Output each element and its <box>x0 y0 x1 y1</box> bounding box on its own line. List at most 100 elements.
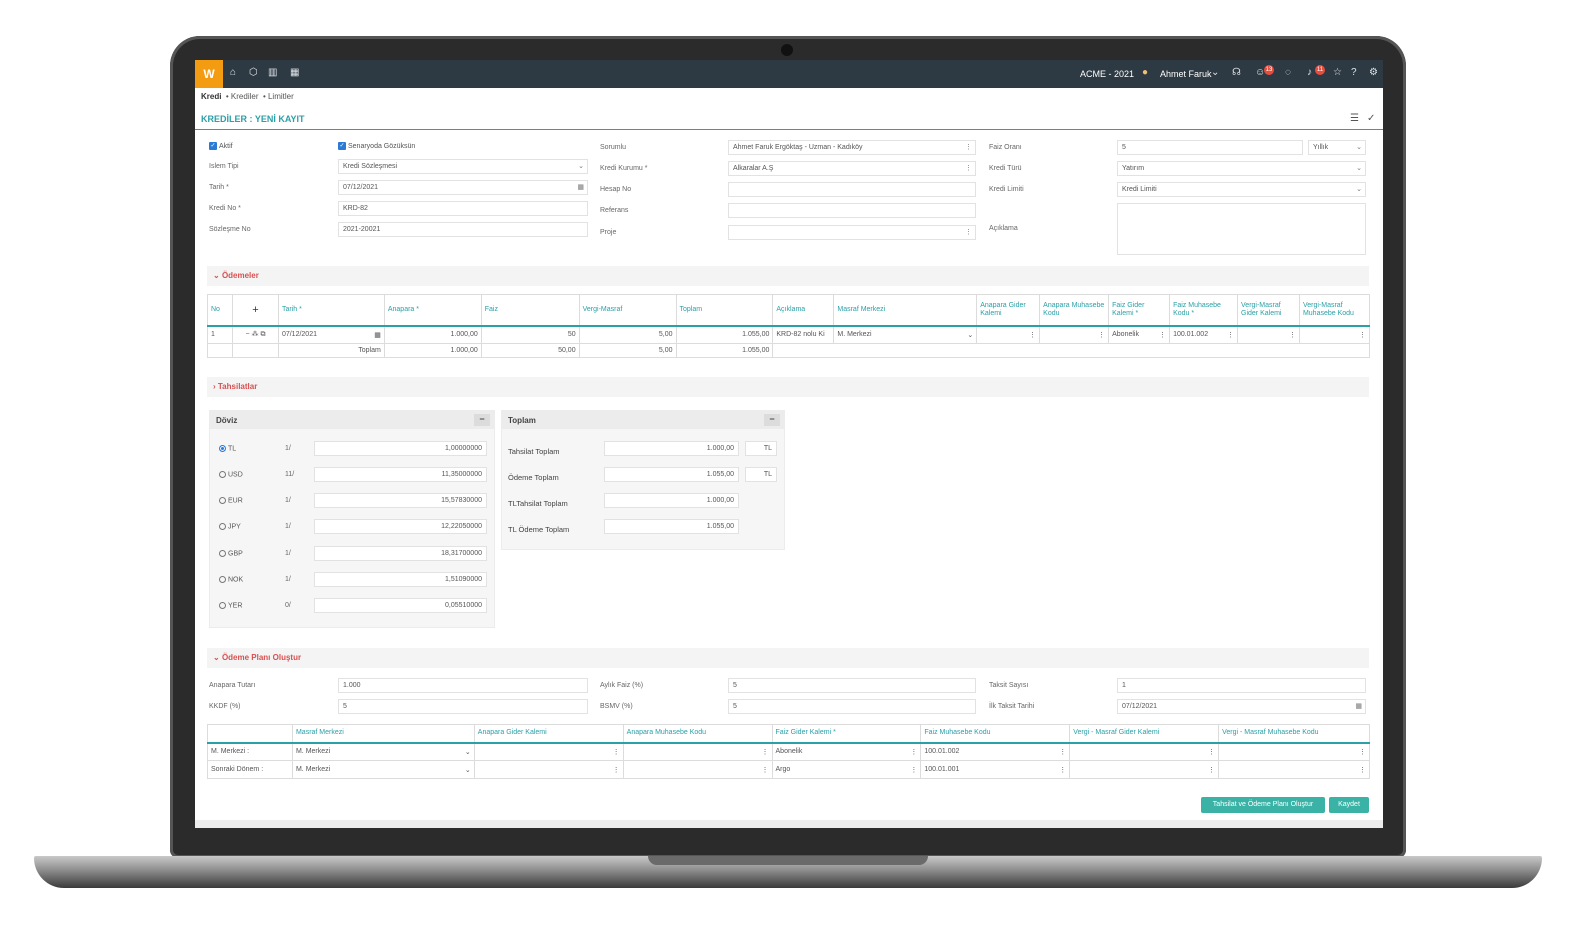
more-icon[interactable]: ⋮ <box>910 766 917 774</box>
anapara-gider-cell[interactable]: ⋮ <box>473 742 624 761</box>
faiz-muh-cell[interactable]: 100.01.002 ⋮ <box>920 742 1071 761</box>
chart-icon[interactable]: ▥ <box>268 67 277 78</box>
currency-radio[interactable]: NOK <box>219 576 243 583</box>
calendar-icon[interactable]: ▦ <box>1355 702 1362 710</box>
collapse-button[interactable]: − <box>764 414 780 426</box>
masraf-merkezi-cell[interactable]: M. Merkezi ⌄ <box>833 325 978 344</box>
company-selector[interactable]: ACME - 2021 <box>1080 69 1134 79</box>
kredi-limiti-select[interactable]: Kredi Limiti ⌄ <box>1117 182 1366 197</box>
vergi-muh-cell[interactable]: ⋮ <box>1298 325 1371 344</box>
calendar-icon[interactable]: ▦ <box>374 331 381 339</box>
anapara-cell[interactable]: 1.000,00 <box>383 325 482 344</box>
more-icon[interactable]: ⋮ <box>965 164 972 172</box>
currency-radio[interactable]: USD <box>219 471 243 478</box>
more-icon[interactable]: ⋮ <box>613 766 620 774</box>
kkdf-input[interactable]: 5 <box>338 699 588 714</box>
proje-input[interactable]: ⋮ <box>728 225 976 240</box>
remove-icon[interactable]: − <box>245 331 249 338</box>
more-icon[interactable]: ⋮ <box>965 143 972 151</box>
more-icon[interactable]: ⋮ <box>1059 748 1066 756</box>
cube-icon[interactable]: ⬡ <box>249 67 258 78</box>
calendar-icon[interactable]: ▦ <box>290 67 299 78</box>
more-icon[interactable]: ⋮ <box>1289 331 1296 339</box>
aktif-checkbox[interactable]: ✓ Aktif <box>209 142 233 150</box>
chevron-down-icon[interactable]: ⌄ <box>1211 67 1219 78</box>
currency-radio[interactable]: EUR <box>219 497 243 504</box>
anapara-gider-cell[interactable]: ⋮ <box>976 325 1041 344</box>
faiz-cell[interactable]: 50 <box>480 325 580 344</box>
more-icon[interactable]: ⋮ <box>965 228 972 236</box>
anapara-muh-cell[interactable]: ⋮ <box>622 760 773 779</box>
sozlesme-no-input[interactable]: 2021-20021 <box>338 222 588 237</box>
currency-radio[interactable]: TL <box>219 445 236 452</box>
save-button[interactable]: Kaydet <box>1329 797 1369 813</box>
more-icon[interactable]: ⋮ <box>1159 331 1166 339</box>
more-icon[interactable]: ⋮ <box>1059 766 1066 774</box>
more-icon[interactable]: ⋮ <box>1359 766 1366 774</box>
faiz-gider-cell[interactable]: Abonelik ⋮ <box>1108 325 1171 344</box>
tarih-cell[interactable]: 07/12/2021 ▦ <box>277 325 385 344</box>
more-icon[interactable]: ⋮ <box>613 748 620 756</box>
senaryo-checkbox[interactable]: ✓ Senaryoda Gözüksün <box>338 142 415 150</box>
referans-input[interactable] <box>728 203 976 218</box>
chat-icon[interactable]: ◌ <box>1285 67 1291 78</box>
breadcrumb-item[interactable]: • Limitler <box>263 92 294 101</box>
calendar-icon[interactable]: ▦ <box>577 183 584 191</box>
vergi-muh-cell[interactable]: ⋮ <box>1218 760 1370 779</box>
more-icon[interactable]: ⋮ <box>762 748 769 756</box>
anapara-gider-cell[interactable]: ⋮ <box>473 760 624 779</box>
aylik-faiz-input[interactable]: 5 <box>728 678 976 693</box>
currency-radio[interactable]: YER <box>219 602 242 609</box>
faiz-gider-cell[interactable]: Abonelik ⋮ <box>771 742 922 761</box>
currency-radio[interactable]: GBP <box>219 550 243 557</box>
aciklama-textarea[interactable] <box>1117 203 1366 255</box>
breadcrumb-item[interactable]: • Krediler <box>226 92 259 101</box>
sorumlu-input[interactable]: Ahmet Faruk Ergöktaş - Uzman - Kadıköy ⋮ <box>728 140 976 155</box>
kredi-kurumu-input[interactable]: Alkaralar A.Ş ⋮ <box>728 161 976 176</box>
more-icon[interactable]: ⋮ <box>1029 331 1036 339</box>
kredi-no-input[interactable]: KRD-82 <box>338 201 588 216</box>
anapara-muh-cell[interactable]: ⋮ <box>1039 325 1110 344</box>
tahsilatlar-section-header[interactable]: › Tahsilatlar <box>207 377 1369 397</box>
split-icon[interactable]: ⁂ <box>252 331 259 338</box>
odeme-plani-section-header[interactable]: ⌄ Ödeme Planı Oluştur <box>207 648 1369 668</box>
currency-rate-input[interactable]: 15,57830000 <box>314 493 487 508</box>
currency-rate-input[interactable]: 1,00000000 <box>314 441 487 456</box>
more-icon[interactable]: ⋮ <box>910 748 917 756</box>
vergi-cell[interactable]: 5,00 <box>578 325 677 344</box>
headset-icon[interactable]: ☊ <box>1232 67 1241 78</box>
bsmv-input[interactable]: 5 <box>728 699 976 714</box>
currency-rate-input[interactable]: 12,22050000 <box>314 519 487 534</box>
masraf-merkezi-cell[interactable]: M. Merkezi ⌄ <box>291 742 475 761</box>
faiz-muh-cell[interactable]: 100.01.001 ⋮ <box>920 760 1071 779</box>
row-actions[interactable]: − ⁂ ⧉ <box>231 325 279 344</box>
taksit-sayisi-input[interactable]: 1 <box>1117 678 1366 693</box>
collapse-button[interactable]: − <box>474 414 490 426</box>
islem-tipi-select[interactable]: Kredi Sözleşmesi ⌄ <box>338 159 588 174</box>
faiz-muh-cell[interactable]: 100.01.002 ⋮ <box>1169 325 1239 344</box>
more-icon[interactable]: ⋮ <box>1098 331 1105 339</box>
aciklama-cell[interactable]: KRD-82 nolu Ki <box>772 325 835 344</box>
more-icon[interactable]: ⋮ <box>762 766 769 774</box>
hesap-no-input[interactable] <box>728 182 976 197</box>
currency-rate-input[interactable]: 11,35000000 <box>314 467 487 482</box>
app-logo[interactable]: W <box>195 60 223 88</box>
more-icon[interactable]: ⋮ <box>1227 331 1234 339</box>
vergi-muh-cell[interactable]: ⋮ <box>1218 742 1370 761</box>
anapara-tutari-input[interactable]: 1.000 <box>338 678 588 693</box>
copy-icon[interactable]: ⧉ <box>260 331 265 338</box>
faiz-orani-input[interactable]: 5 <box>1117 140 1303 155</box>
odemeler-section-header[interactable]: ⌄ Ödemeler <box>207 266 1369 286</box>
breadcrumb-root[interactable]: Kredi <box>201 92 221 101</box>
bell-icon[interactable]: ♪ <box>1307 67 1312 78</box>
vergi-gider-cell[interactable]: ⋮ <box>1069 742 1220 761</box>
currency-radio[interactable]: JPY <box>219 523 241 530</box>
currency-rate-input[interactable]: 0,05510000 <box>314 598 487 613</box>
gear-icon[interactable]: ⚙ <box>1369 67 1378 78</box>
more-icon[interactable]: ⋮ <box>1208 766 1215 774</box>
ilk-taksit-input[interactable]: 07/12/2021 ▦ <box>1117 699 1366 714</box>
list-icon[interactable]: ☰ <box>1350 113 1359 124</box>
create-plan-button[interactable]: Tahsilat ve Ödeme Planı Oluştur <box>1201 797 1325 813</box>
check-icon[interactable]: ✓ <box>1367 113 1375 124</box>
vergi-gider-cell[interactable]: ⋮ <box>1069 760 1220 779</box>
